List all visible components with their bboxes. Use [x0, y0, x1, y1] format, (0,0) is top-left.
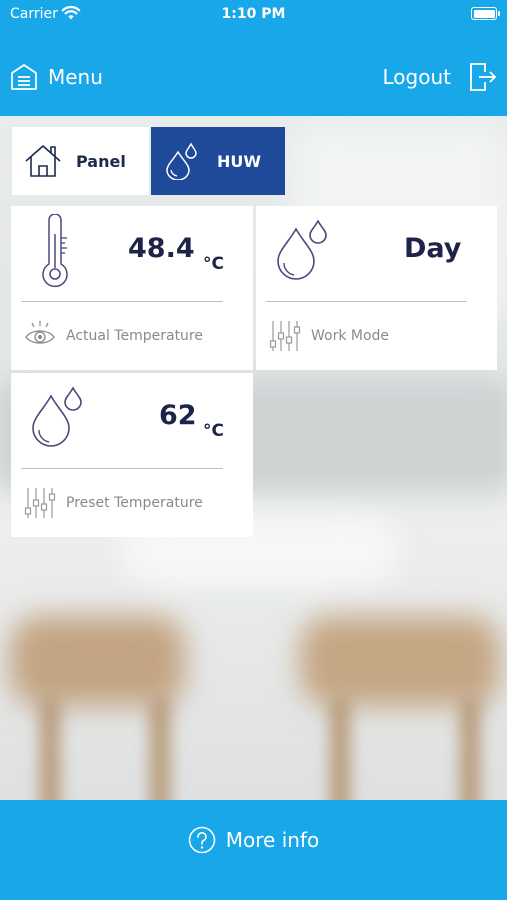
clock: 1:10 PM	[221, 6, 286, 22]
water-drops-icon	[277, 219, 327, 280]
thermometer-icon	[42, 214, 68, 288]
preset-temperature-unit: °C	[203, 421, 224, 441]
work-mode-value: Day	[404, 233, 462, 264]
menu-label: Menu	[48, 65, 103, 89]
preset-temperature-card[interactable]: 62 °C Preset Temperature	[11, 373, 253, 537]
actual-temperature-card[interactable]: 48.4 °C Actual Temperature	[11, 206, 253, 370]
more-info-button[interactable]: More info	[0, 800, 507, 900]
preset-temperature-value: 62	[159, 400, 197, 431]
actual-temperature-unit: °C	[203, 254, 224, 274]
house-icon	[25, 145, 61, 177]
actual-temperature-caption: Actual Temperature	[66, 328, 203, 344]
background-chair-leg	[40, 696, 60, 800]
background-chair	[300, 616, 500, 706]
tab-panel[interactable]: Panel	[12, 127, 149, 195]
water-drops-icon	[166, 142, 197, 180]
work-mode-caption: Work Mode	[311, 328, 390, 344]
logout-button[interactable]: Logout	[383, 62, 497, 92]
eye-icon	[25, 321, 55, 344]
logout-icon	[470, 63, 497, 91]
background-chair-leg	[150, 696, 170, 800]
sliders-icon	[269, 321, 301, 351]
card-divider	[266, 301, 467, 302]
tab-huw-label: HUW	[217, 151, 262, 171]
tab-huw[interactable]: HUW	[151, 127, 285, 195]
background-chair-leg	[330, 696, 350, 800]
actual-temperature-value: 48.4	[128, 233, 195, 264]
question-circle-icon	[188, 826, 216, 854]
logout-label: Logout	[382, 65, 451, 89]
more-info-label: More info	[225, 828, 320, 852]
card-divider	[21, 301, 223, 302]
background-chair	[10, 616, 185, 706]
top-bar: Carrier 1:10 PM Menu Logout	[0, 0, 507, 116]
menu-button[interactable]: Menu	[10, 62, 103, 92]
sliders-icon	[24, 488, 56, 518]
card-divider	[21, 468, 223, 469]
menu-icon	[11, 64, 37, 90]
background-chair-leg	[460, 696, 480, 800]
tab-panel-label: Panel	[76, 151, 126, 171]
preset-temperature-caption: Preset Temperature	[66, 495, 203, 511]
status-bar: Carrier 1:10 PM	[0, 0, 507, 28]
battery-icon	[471, 7, 500, 20]
work-mode-card[interactable]: Day Work Mode	[256, 206, 497, 370]
water-drops-icon	[32, 386, 82, 447]
